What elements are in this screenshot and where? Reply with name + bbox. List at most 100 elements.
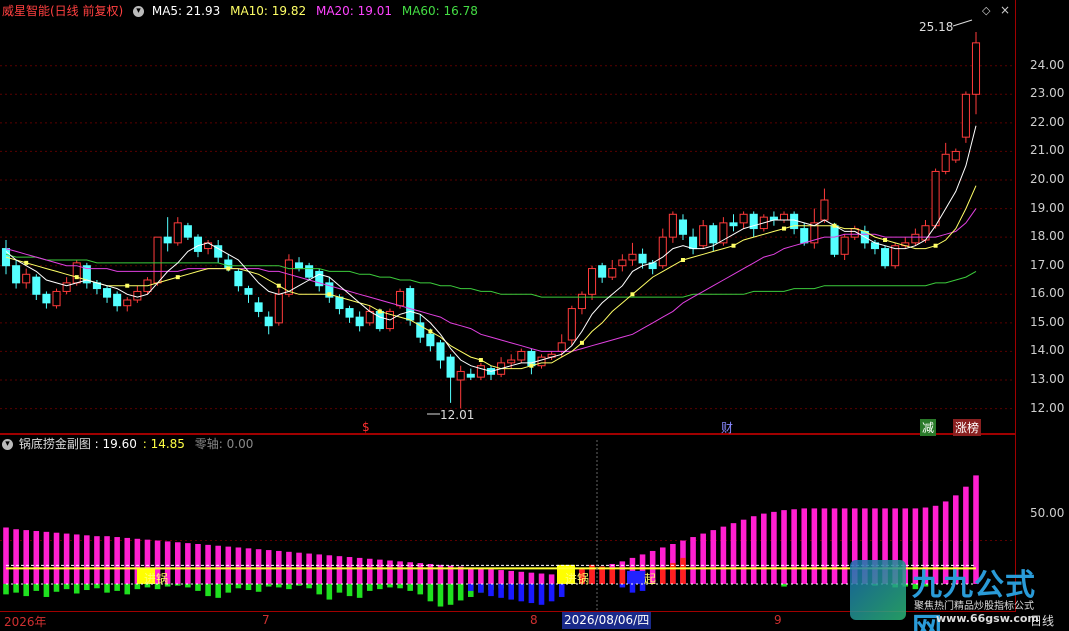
magenta-bar <box>548 574 555 584</box>
magenta-bar <box>528 572 535 584</box>
green-bar <box>286 583 292 590</box>
magenta-bar <box>740 519 747 584</box>
price-tick-label: 22.00 <box>1030 114 1065 129</box>
event-marker-finance[interactable]: 财 <box>721 419 733 436</box>
ma-dot <box>377 309 382 314</box>
magenta-bar <box>23 530 29 584</box>
candle-body <box>22 273 31 284</box>
candle-body <box>42 293 51 304</box>
magenta-bar <box>356 557 363 584</box>
signal-label-1: 进锅 <box>144 572 169 586</box>
blue-bar <box>538 583 545 605</box>
candle-body <box>537 356 546 367</box>
settings-icon[interactable]: ▾ <box>133 6 145 17</box>
sub-settings-icon[interactable]: ▾ <box>2 439 13 450</box>
watermark-url: www.66gsw.com <box>936 612 1039 625</box>
magenta-bar <box>73 534 80 584</box>
candle-body <box>163 236 172 244</box>
red-bar <box>680 557 686 584</box>
candle-body <box>183 225 192 238</box>
blue-bar <box>468 583 474 591</box>
green-bar <box>346 583 353 597</box>
magenta-bar <box>94 536 100 584</box>
green-bar <box>134 583 141 590</box>
magenta-bar <box>710 530 717 584</box>
magenta-bar <box>831 508 838 584</box>
magenta-bar <box>538 573 545 584</box>
ma-dot <box>579 340 584 345</box>
magenta-bar <box>33 530 40 584</box>
green-bar <box>73 583 80 594</box>
candle-body <box>820 199 829 221</box>
candle-body <box>951 150 960 161</box>
diamond-icon[interactable]: ◇ <box>982 4 990 17</box>
green-bar <box>306 583 312 589</box>
ma20-label: MA20: 19.01 <box>315 4 393 18</box>
magenta-bar <box>195 544 201 584</box>
main-header: 威星智能(日线 前复权) ▾ MA5: 21.93 MA10: 19.82 MA… <box>2 2 484 20</box>
magenta-bar <box>245 548 252 584</box>
magenta-bar <box>791 509 797 584</box>
magenta-bar <box>3 527 9 584</box>
x-cursor-date: 2026/08/06/四 <box>562 612 652 629</box>
magenta-bar <box>417 563 424 584</box>
red-bar <box>609 568 616 584</box>
ma-dot <box>731 243 736 248</box>
candle-body <box>678 219 688 235</box>
candle-body <box>113 293 122 307</box>
candle-body <box>588 268 597 295</box>
candle-body <box>527 350 536 367</box>
candle-body <box>729 222 738 227</box>
chart-canvas[interactable] <box>0 0 1069 631</box>
magenta-bar <box>468 567 474 584</box>
blue-bar <box>508 583 514 600</box>
green-bar <box>195 583 201 591</box>
price-tick-label: 24.00 <box>1030 57 1065 72</box>
candle-body <box>274 293 283 324</box>
ma60-label: MA60: 16.78 <box>401 4 478 18</box>
candle-body <box>406 288 415 321</box>
candle-body <box>608 268 617 278</box>
magenta-bar <box>720 526 727 584</box>
candle-body <box>699 225 708 247</box>
ma-dot <box>428 329 433 334</box>
blue-bar <box>498 583 504 598</box>
candle-body <box>567 308 576 341</box>
price-tick-label: 19.00 <box>1030 200 1065 215</box>
close-x-icon[interactable]: × <box>1000 3 1010 17</box>
candle-body <box>436 342 445 361</box>
candle-body <box>881 248 890 267</box>
red-bar <box>670 563 676 584</box>
event-marker-dividend[interactable]: $ <box>362 420 370 434</box>
candle-body <box>52 290 61 307</box>
magenta-bar <box>397 561 403 584</box>
signal-label-3: 起 <box>644 572 657 586</box>
candle-body <box>668 213 677 238</box>
magenta-bar <box>750 516 757 584</box>
price-tick-label: 13.00 <box>1030 372 1065 386</box>
magenta-bar <box>205 544 211 584</box>
magenta-bar <box>114 537 120 584</box>
ma-dot <box>478 358 483 362</box>
event-marker-top-list[interactable]: 涨榜 <box>953 419 982 436</box>
ma10-line <box>5 185 977 370</box>
x-label-month-9: 9 <box>774 613 782 627</box>
green-bar <box>33 583 40 591</box>
ma-dot <box>276 283 281 288</box>
ma-dot <box>226 266 231 271</box>
candle-body <box>173 222 182 244</box>
magenta-bar <box>488 569 494 584</box>
candle-body <box>446 356 455 378</box>
ma20-line <box>5 208 977 352</box>
green-bar <box>185 583 191 588</box>
candle-body <box>618 259 627 267</box>
green-bar <box>377 583 383 590</box>
candle-body <box>961 93 970 138</box>
blue-bar <box>488 583 494 597</box>
event-marker-reduce[interactable]: 减 <box>920 419 937 436</box>
ma-dot <box>125 283 130 288</box>
blue-bar <box>548 583 555 602</box>
blue-bar <box>619 583 626 588</box>
red-bar <box>659 568 666 584</box>
green-bar <box>437 583 444 607</box>
